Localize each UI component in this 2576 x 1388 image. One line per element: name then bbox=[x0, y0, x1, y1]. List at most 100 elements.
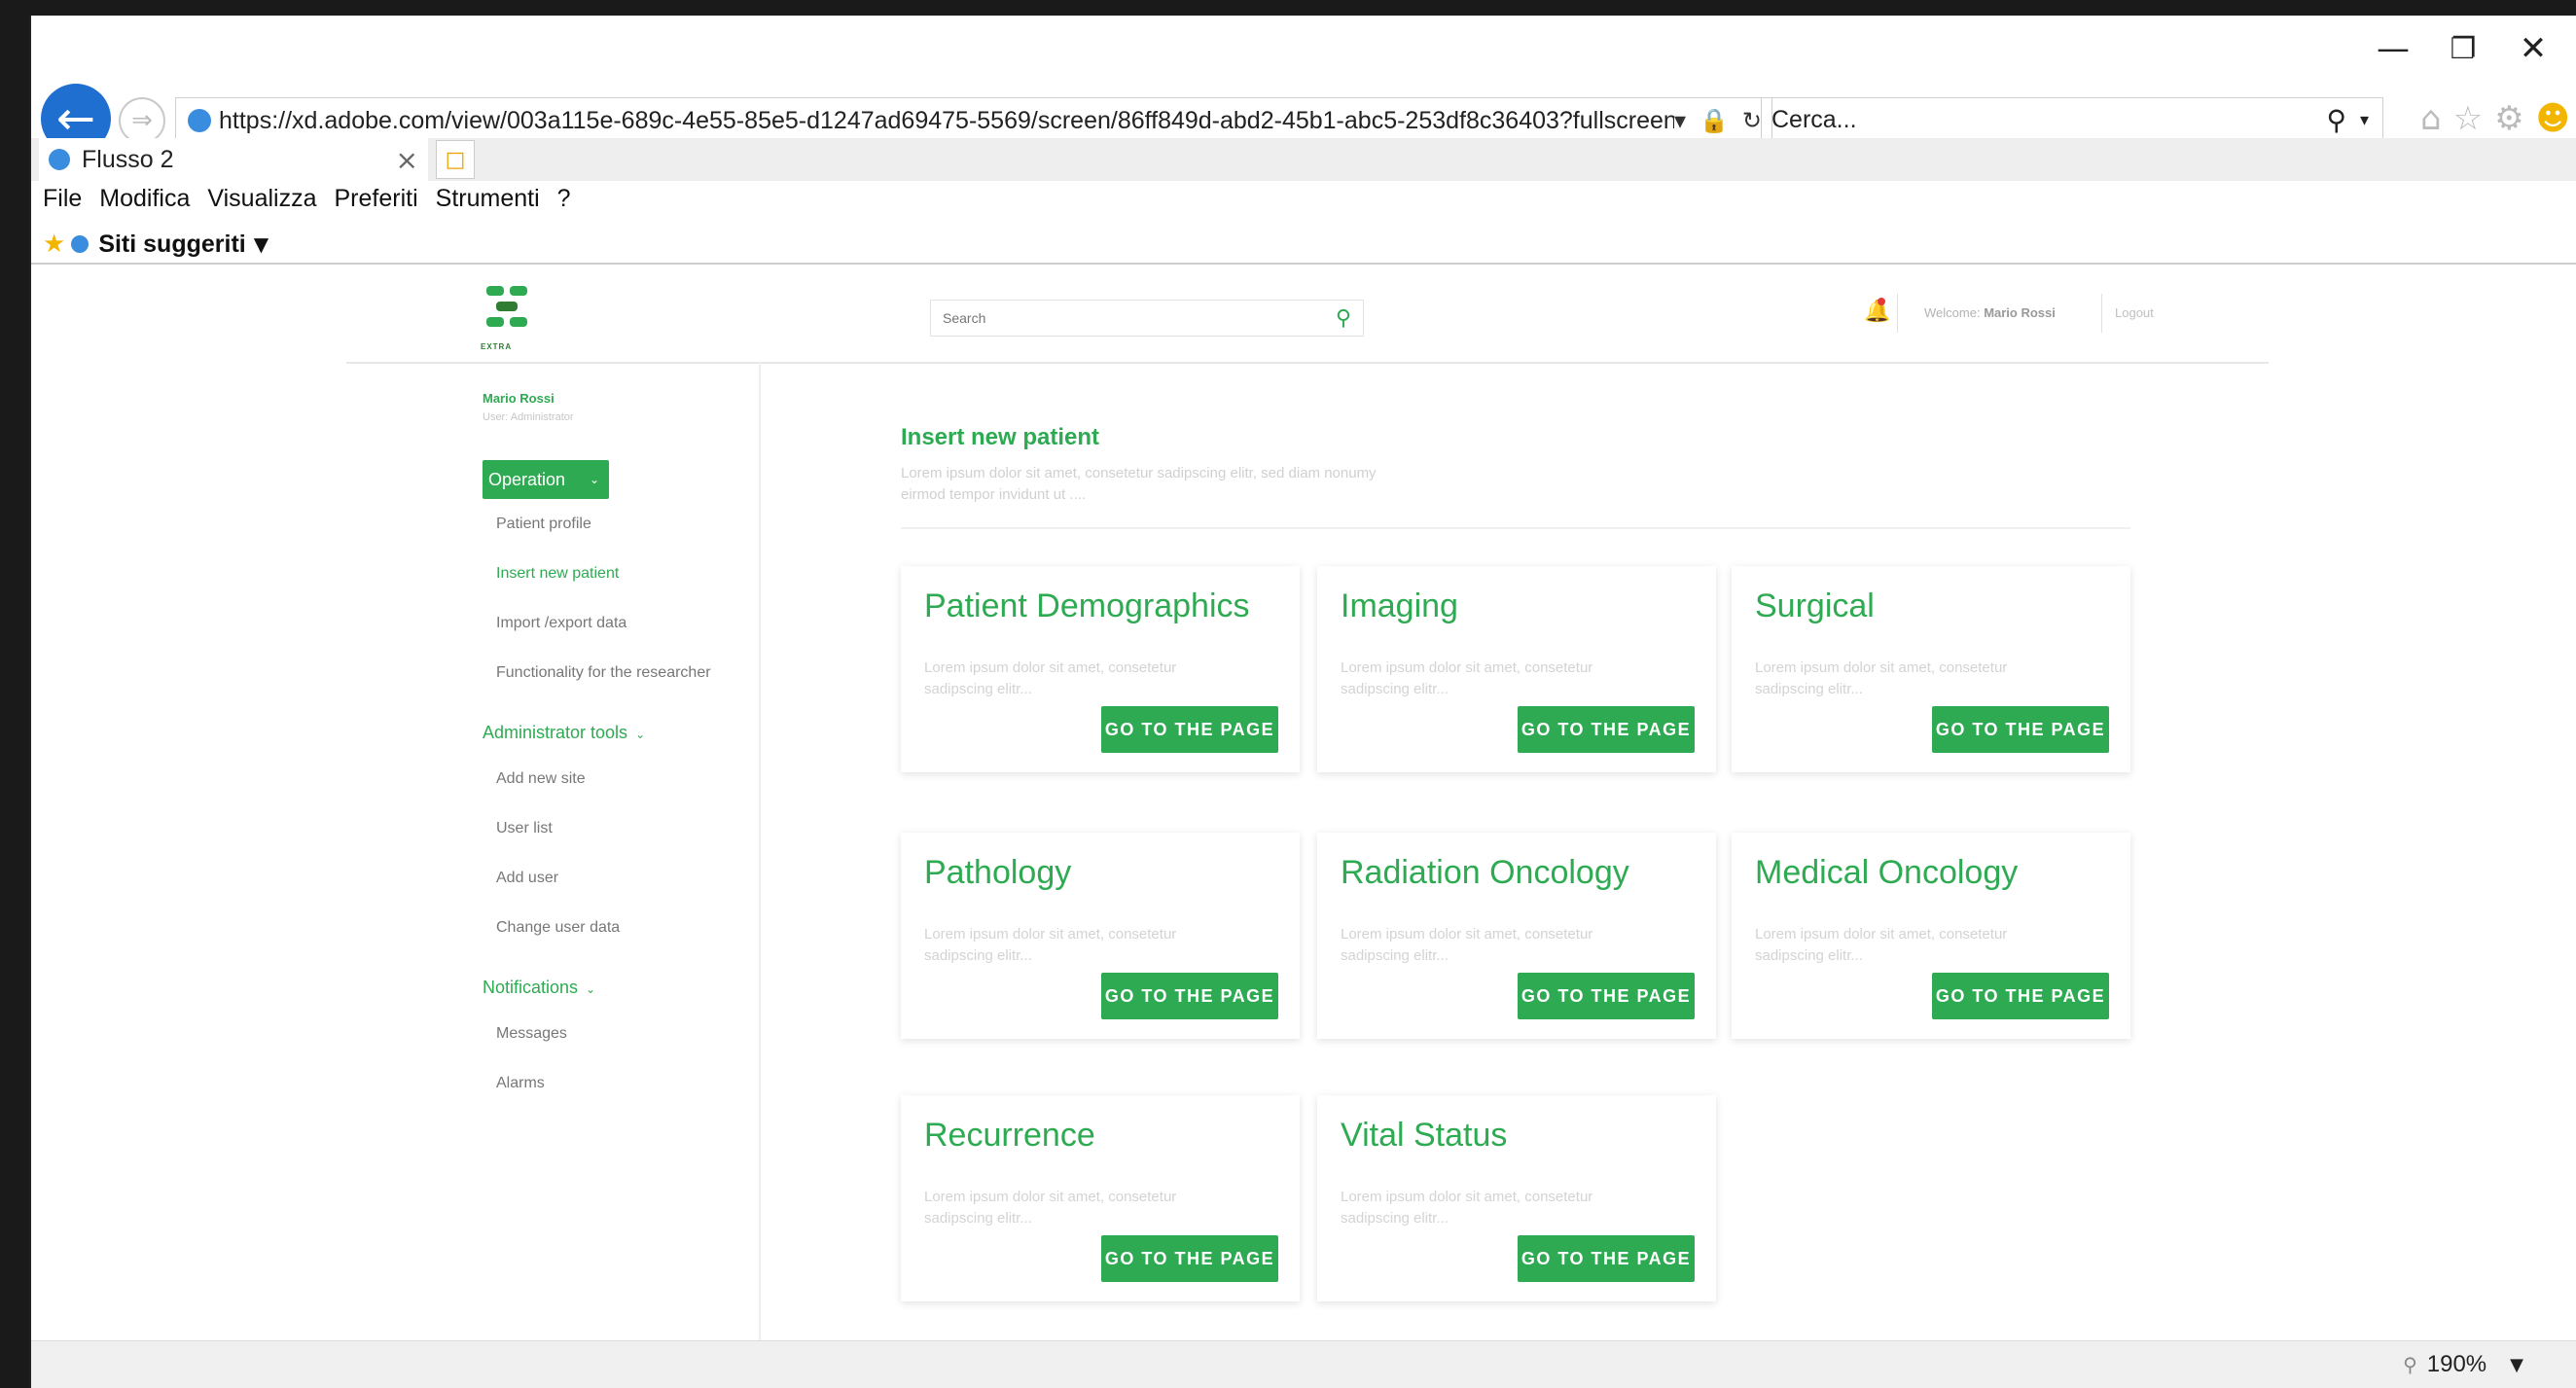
page-icon bbox=[188, 109, 211, 132]
app-search-field[interactable]: ⚲ bbox=[930, 300, 1364, 337]
go-to-page-button[interactable]: GO TO THE PAGE bbox=[1932, 973, 2109, 1019]
card-title: Recurrence bbox=[924, 1117, 1095, 1154]
logo-text: EXTRA bbox=[481, 342, 513, 351]
card-title: Pathology bbox=[924, 854, 1072, 891]
favorites-star-icon[interactable]: ☆ bbox=[2453, 99, 2483, 138]
divider bbox=[2101, 294, 2102, 333]
extra-logo-icon bbox=[486, 286, 527, 327]
browser-search-placeholder: Cerca... bbox=[1771, 105, 1857, 133]
menu-preferiti[interactable]: Preferiti bbox=[335, 185, 418, 224]
sidebar-item-user-list[interactable]: User list bbox=[496, 803, 755, 853]
sidebar: Mario Rossi User: Administrator Operatio… bbox=[483, 391, 755, 1108]
sidebar-item-add-new-site[interactable]: Add new site bbox=[496, 754, 755, 803]
user-role: User: Administrator bbox=[483, 411, 574, 423]
card-description: Lorem ipsum dolor sit amet, consetetur s… bbox=[1341, 659, 1593, 697]
menu-bar: File Modifica Visualizza Preferiti Strum… bbox=[43, 185, 571, 224]
feedback-smiley-icon[interactable]: ☻ bbox=[2536, 99, 2570, 138]
forward-arrow-icon[interactable]: ⇒ bbox=[119, 97, 165, 144]
card-title: Vital Status bbox=[1341, 1117, 1508, 1154]
zoom-magnifier-icon: ⚲ bbox=[2403, 1353, 2417, 1376]
home-icon[interactable]: ⌂ bbox=[2420, 99, 2442, 138]
lock-icon[interactable]: 🔒 bbox=[1699, 107, 1729, 134]
sidebar-item-change-user-data[interactable]: Change user data bbox=[496, 903, 755, 952]
divider bbox=[759, 362, 761, 1341]
sidebar-item-researcher-functionality[interactable]: Functionality for the researcher bbox=[496, 648, 755, 697]
card-radiation-oncology: Radiation Oncology Lorem ipsum dolor sit… bbox=[1317, 833, 1716, 1039]
card-surgical: Surgical Lorem ipsum dolor sit amet, con… bbox=[1732, 566, 2130, 772]
card-patient-demographics: Patient Demographics Lorem ipsum dolor s… bbox=[901, 566, 1300, 772]
app-content: EXTRA ⚲ 🔔 Welcome: Mario Rossi Logout Ma… bbox=[31, 265, 2576, 1341]
tab-label: Flusso 2 bbox=[82, 145, 174, 173]
menu-visualizza[interactable]: Visualizza bbox=[207, 185, 316, 224]
card-recurrence: Recurrence Lorem ipsum dolor sit amet, c… bbox=[901, 1095, 1300, 1301]
card-description: Lorem ipsum dolor sit amet, consetetur s… bbox=[1341, 1189, 1593, 1227]
menu-strumenti[interactable]: Strumenti bbox=[436, 185, 540, 224]
page-title: Insert new patient bbox=[901, 424, 1100, 450]
app-header: EXTRA ⚲ 🔔 Welcome: Mario Rossi Logout bbox=[346, 265, 2269, 364]
sidebar-item-patient-profile[interactable]: Patient profile bbox=[496, 499, 755, 549]
restore-icon[interactable]: ❐ bbox=[2434, 29, 2492, 68]
tab-close-icon[interactable]: × bbox=[396, 144, 418, 176]
logout-link[interactable]: Logout bbox=[2115, 305, 2154, 320]
go-to-page-button[interactable]: GO TO THE PAGE bbox=[1101, 1235, 1278, 1282]
card-description: Lorem ipsum dolor sit amet, consetetur s… bbox=[924, 926, 1177, 964]
menu-help[interactable]: ? bbox=[557, 185, 571, 224]
zoom-control[interactable]: ⚲ 190% ▼ bbox=[2403, 1351, 2523, 1378]
user-name: Mario Rossi bbox=[483, 391, 555, 406]
card-description: Lorem ipsum dolor sit amet, consetetur s… bbox=[1755, 926, 2008, 964]
card-title: Patient Demographics bbox=[924, 587, 1250, 624]
tab-page-icon bbox=[49, 149, 70, 170]
page-description: Lorem ipsum dolor sit amet, consetetur s… bbox=[901, 465, 1377, 503]
browser-window: — ❐ ✕ ← ⇒ https://xd.adobe.com/view/003a… bbox=[29, 16, 2576, 1388]
title-bar: — ❐ ✕ bbox=[31, 16, 2576, 82]
card-vital-status: Vital Status Lorem ipsum dolor sit amet,… bbox=[1317, 1095, 1716, 1301]
go-to-page-button[interactable]: GO TO THE PAGE bbox=[1932, 706, 2109, 753]
page-icon bbox=[71, 235, 89, 253]
go-to-page-button[interactable]: GO TO THE PAGE bbox=[1101, 973, 1278, 1019]
chevron-down-icon[interactable]: ▼ bbox=[254, 232, 268, 256]
go-to-page-button[interactable]: GO TO THE PAGE bbox=[1101, 706, 1278, 753]
card-title: Medical Oncology bbox=[1755, 854, 2019, 891]
chevron-down-icon: ⌄ bbox=[635, 728, 646, 741]
sidebar-item-import-export-data[interactable]: Import /export data bbox=[496, 598, 755, 648]
card-title: Surgical bbox=[1755, 587, 1875, 624]
favorites-star-icon: ★ bbox=[43, 230, 66, 259]
sidebar-item-messages[interactable]: Messages bbox=[496, 1009, 755, 1058]
divider bbox=[1897, 294, 1898, 333]
go-to-page-button[interactable]: GO TO THE PAGE bbox=[1518, 973, 1695, 1019]
menu-modifica[interactable]: Modifica bbox=[99, 185, 190, 224]
settings-gear-icon[interactable]: ⚙ bbox=[2494, 99, 2523, 138]
address-bar[interactable]: https://xd.adobe.com/view/003a115e-689c-… bbox=[175, 97, 1772, 144]
welcome-user: Mario Rossi bbox=[1984, 305, 2056, 320]
card-pathology: Pathology Lorem ipsum dolor sit amet, co… bbox=[901, 833, 1300, 1039]
sidebar-item-alarms[interactable]: Alarms bbox=[496, 1058, 755, 1108]
status-bar: ⚲ 190% ▼ bbox=[31, 1340, 2576, 1388]
tab-flusso-2[interactable]: Flusso 2 × bbox=[39, 138, 428, 181]
card-title: Imaging bbox=[1341, 587, 1458, 624]
close-icon[interactable]: ✕ bbox=[2504, 29, 2562, 68]
suggested-sites-link[interactable]: Siti suggeriti bbox=[98, 231, 245, 259]
sidebar-section-notifications[interactable]: Notifications ⌄ bbox=[483, 966, 755, 1009]
search-dropdown-icon[interactable]: ▾ bbox=[2360, 110, 2369, 130]
dropdown-icon[interactable]: ▾ bbox=[1674, 107, 1686, 134]
minimize-icon[interactable]: — bbox=[2364, 29, 2422, 68]
new-tab-icon[interactable]: □ bbox=[436, 140, 475, 179]
card-title: Radiation Oncology bbox=[1341, 854, 1629, 891]
browser-search-field[interactable]: Cerca... ⚲ ▾ bbox=[1761, 97, 2383, 142]
welcome-text: Welcome: Mario Rossi bbox=[1924, 305, 2056, 320]
menu-file[interactable]: File bbox=[43, 185, 82, 224]
operation-menu-button[interactable]: Operation ⌄ bbox=[483, 460, 609, 499]
url-text[interactable]: https://xd.adobe.com/view/003a115e-689c-… bbox=[219, 107, 1674, 135]
search-icon[interactable]: ⚲ bbox=[1336, 306, 1351, 331]
search-icon[interactable]: ⚲ bbox=[2326, 104, 2346, 136]
divider bbox=[901, 527, 2130, 529]
refresh-icon[interactable]: ↻ bbox=[1742, 107, 1762, 134]
chevron-down-icon[interactable]: ▼ bbox=[2510, 1355, 2523, 1375]
go-to-page-button[interactable]: GO TO THE PAGE bbox=[1518, 1235, 1695, 1282]
sidebar-item-add-user[interactable]: Add user bbox=[496, 853, 755, 903]
sidebar-section-admin-tools[interactable]: Administrator tools ⌄ bbox=[483, 711, 755, 754]
search-input[interactable] bbox=[931, 309, 1336, 327]
sidebar-item-insert-new-patient[interactable]: Insert new patient bbox=[496, 549, 755, 598]
tab-bar: Flusso 2 × □ bbox=[31, 138, 2576, 181]
go-to-page-button[interactable]: GO TO THE PAGE bbox=[1518, 706, 1695, 753]
